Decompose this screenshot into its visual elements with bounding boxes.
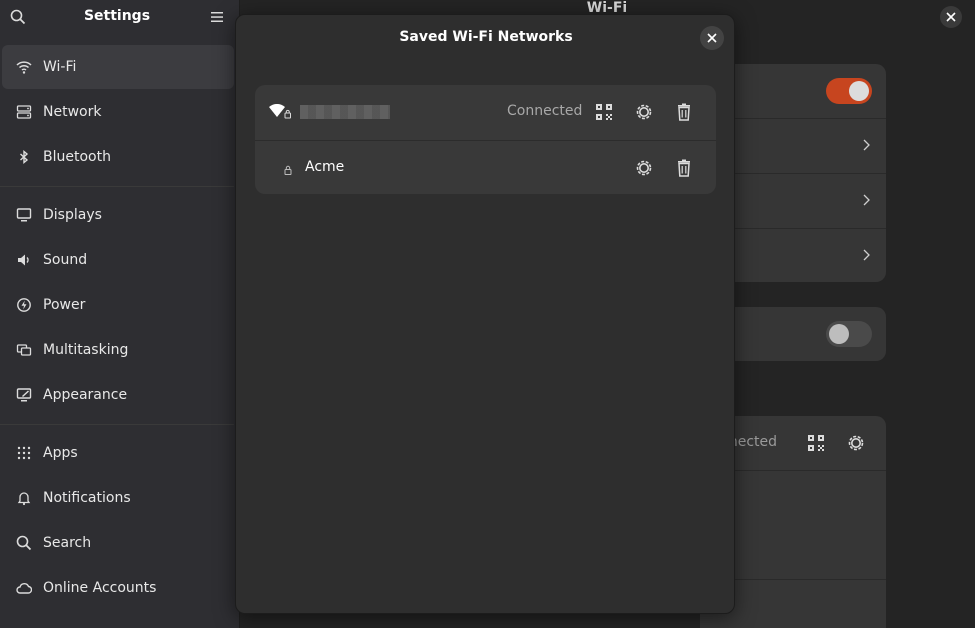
chevron-right-icon [863, 194, 870, 206]
connection-status: Connected [507, 103, 583, 119]
sidebar-item-online-accounts[interactable]: Online Accounts [2, 566, 234, 610]
apps-grid-icon [17, 446, 31, 460]
bell-icon [17, 492, 31, 506]
sidebar-item-label: Sound [43, 252, 88, 268]
sidebar: Settings Wi-Fi Network Bluetooth Display… [0, 0, 240, 628]
sidebar-item-appearance[interactable]: Appearance [2, 373, 234, 417]
gear-icon[interactable] [846, 433, 866, 453]
sidebar-item-label: Apps [43, 445, 78, 461]
qr-code-icon[interactable] [594, 102, 614, 122]
search-icon [16, 535, 32, 551]
sidebar-item-network[interactable]: Network [2, 90, 234, 134]
trash-icon[interactable] [674, 158, 694, 178]
gear-icon[interactable] [634, 102, 654, 122]
sidebar-item-label: Multitasking [43, 342, 129, 358]
sidebar-item-power[interactable]: Power [2, 283, 234, 327]
gear-icon[interactable] [634, 158, 654, 178]
sidebar-item-label: Displays [43, 207, 102, 223]
speaker-icon [18, 254, 29, 266]
display-icon [16, 208, 32, 222]
network-name-redacted [300, 105, 390, 119]
cloud-icon [16, 583, 32, 594]
hamburger-menu-icon[interactable] [209, 9, 225, 25]
sidebar-item-label: Network [43, 104, 102, 120]
network-row[interactable]: Connected [255, 85, 716, 139]
dialog-title: Saved Wi-Fi Networks [399, 29, 573, 45]
dialog-close-button[interactable] [700, 26, 724, 50]
chevron-right-icon [863, 249, 870, 261]
wifi-icon [16, 61, 32, 74]
sidebar-item-label: Appearance [43, 387, 128, 403]
sidebar-item-label: Power [43, 297, 86, 313]
sidebar-item-apps[interactable]: Apps [2, 431, 234, 475]
lock-icon [284, 165, 292, 175]
sidebar-item-search[interactable]: Search [2, 521, 234, 565]
sidebar-item-label: Online Accounts [43, 580, 157, 596]
trash-icon[interactable] [674, 102, 694, 122]
hotspot-toggle[interactable] [826, 321, 872, 347]
sidebar-item-label: Notifications [43, 490, 131, 506]
network-icon [16, 105, 32, 119]
chevron-right-icon [863, 139, 870, 151]
sidebar-separator [0, 424, 234, 425]
window-close-button[interactable] [940, 6, 962, 28]
qr-code-icon[interactable] [806, 433, 826, 453]
sidebar-item-label: Search [43, 535, 92, 551]
sidebar-item-wifi[interactable]: Wi-Fi [2, 45, 234, 89]
sidebar-item-label: Bluetooth [43, 149, 111, 165]
power-icon [17, 298, 31, 312]
sidebar-separator [0, 186, 234, 187]
sidebar-header: Settings [0, 0, 239, 36]
wifi-toggle[interactable] [826, 78, 872, 104]
sidebar-item-multitasking[interactable]: Multitasking [2, 328, 234, 372]
sidebar-item-label: Wi-Fi [43, 59, 77, 75]
saved-networks-dialog: Saved Wi-Fi Networks Connected Acme [235, 14, 735, 614]
bluetooth-icon [20, 150, 29, 164]
network-row[interactable]: Acme [255, 140, 716, 194]
sidebar-item-bluetooth[interactable]: Bluetooth [2, 135, 234, 179]
multitasking-icon [16, 344, 32, 356]
saved-networks-list: Connected Acme [255, 85, 716, 194]
sidebar-item-sound[interactable]: Sound [2, 238, 234, 282]
sidebar-item-displays[interactable]: Displays [2, 193, 234, 237]
sidebar-title: Settings [83, 8, 151, 24]
sidebar-item-notifications[interactable]: Notifications [2, 476, 234, 520]
close-icon [946, 12, 956, 22]
wifi-locked-icon [269, 104, 291, 119]
network-name: Acme [305, 159, 345, 175]
appearance-icon [16, 388, 32, 402]
close-icon [707, 33, 717, 43]
